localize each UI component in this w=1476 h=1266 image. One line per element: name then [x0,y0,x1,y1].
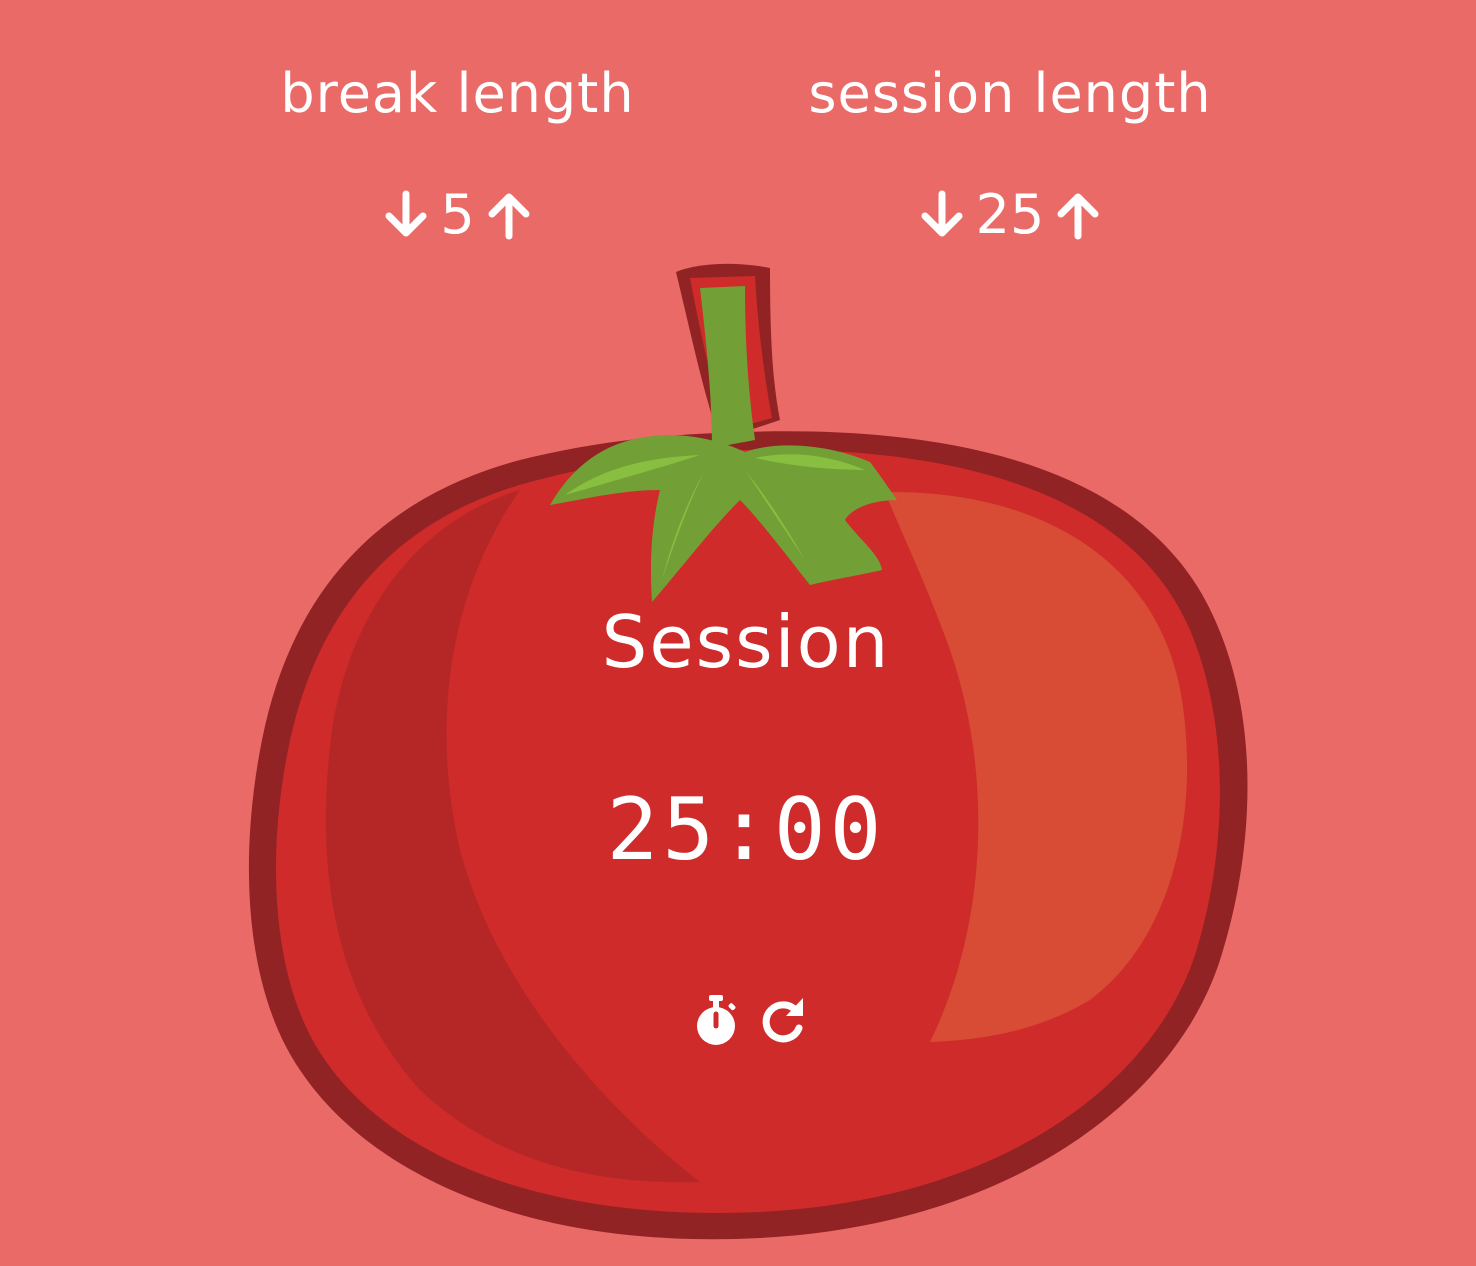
timer-controls [680,985,820,1055]
arrow-down-icon [385,190,427,237]
session-decrement-button[interactable] [914,185,970,245]
arrow-up-icon [488,193,530,240]
reset-button[interactable] [758,991,810,1049]
arrow-down-icon [921,190,963,237]
break-length-label: break length [280,62,635,125]
break-increment-button[interactable] [481,185,537,245]
break-length-controls: 5 [360,180,555,250]
break-decrement-button[interactable] [378,185,434,245]
redo-icon [762,998,803,1043]
session-increment-button[interactable] [1050,185,1106,245]
session-length-label: session length [808,62,1212,125]
session-length-value: 25 [975,183,1045,246]
break-length-value: 5 [440,183,475,246]
start-stop-button[interactable] [690,991,742,1049]
session-length-controls: 25 [895,180,1125,250]
timer-label: Session [601,600,891,684]
stopwatch-icon [697,995,736,1045]
arrow-up-icon [1057,193,1099,240]
time-left-display: 25:00 [606,780,886,880]
